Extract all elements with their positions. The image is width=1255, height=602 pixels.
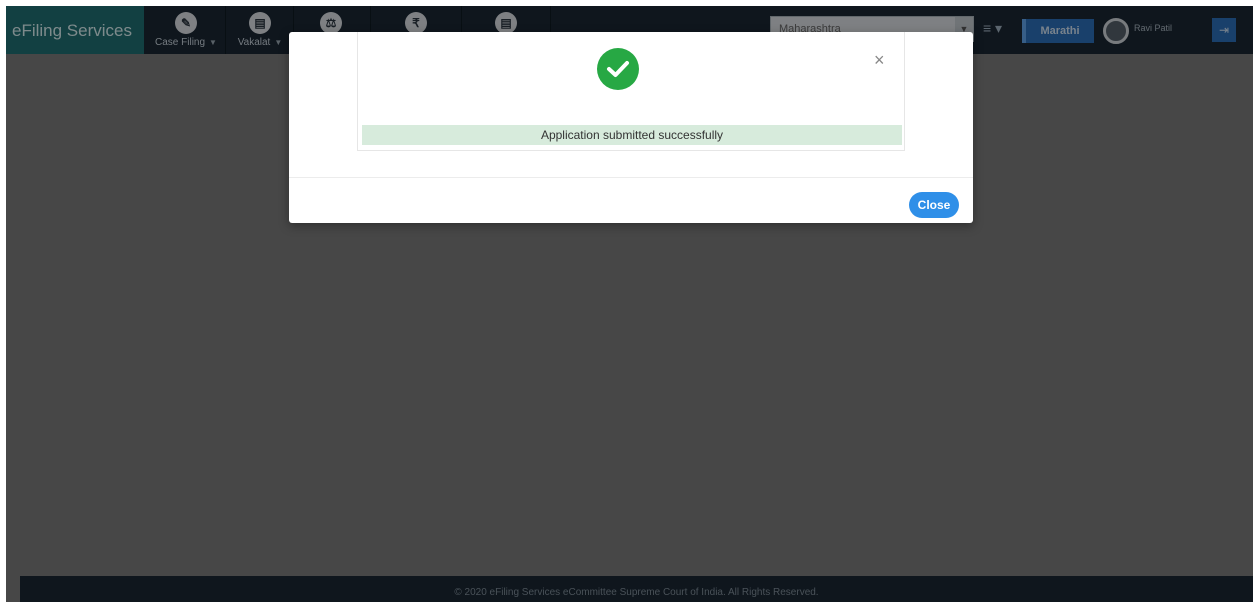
success-message: Application submitted successfully [362, 125, 902, 145]
checkmark-icon [607, 61, 629, 77]
modal-body: × Application submitted successfully [357, 32, 905, 151]
close-icon[interactable]: × [874, 50, 885, 71]
modal-divider [289, 177, 973, 178]
check-circle-icon [597, 48, 639, 90]
app-frame: eFiling Services ✎ Case Filing ▼ ▤ Vakala… [6, 6, 1253, 602]
success-modal: × Application submitted successfully Clo… [289, 32, 973, 223]
close-button[interactable]: Close [909, 192, 959, 218]
